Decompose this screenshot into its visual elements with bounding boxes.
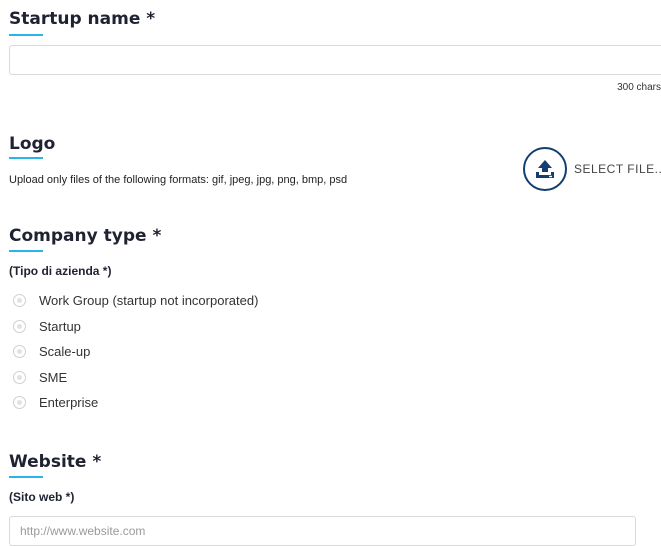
title-underline	[9, 476, 43, 478]
radio-button[interactable]	[13, 396, 26, 410]
company-type-title: Company type *	[9, 226, 162, 246]
radio-label[interactable]: SME	[39, 370, 67, 385]
radio-option-enterprise[interactable]: Enterprise	[13, 390, 258, 416]
title-underline	[9, 34, 43, 36]
startup-name-title: Startup name *	[9, 9, 156, 29]
radio-option-sme[interactable]: SME	[13, 365, 258, 391]
radio-option-startup[interactable]: Startup	[13, 314, 258, 340]
radio-label[interactable]: Enterprise	[39, 395, 98, 410]
upload-icon[interactable]	[523, 147, 567, 191]
radio-button[interactable]	[13, 345, 26, 359]
radio-option-work-group[interactable]: Work Group (startup not incorporated)	[13, 288, 258, 314]
logo-help-text: Upload only files of the following forma…	[9, 174, 348, 186]
radio-option-scale-up[interactable]: Scale-up	[13, 339, 258, 365]
website-subtitle: (Sito web *)	[9, 490, 75, 504]
startup-name-input[interactable]	[9, 45, 661, 75]
title-underline	[9, 157, 43, 159]
title-underline	[9, 250, 43, 252]
select-file-label[interactable]: SELECT FILE...	[574, 162, 661, 176]
radio-button[interactable]	[13, 294, 26, 308]
radio-label[interactable]: Startup	[39, 319, 81, 334]
radio-button[interactable]	[13, 370, 26, 384]
logo-title: Logo	[9, 134, 56, 154]
radio-label[interactable]: Work Group (startup not incorporated)	[39, 293, 258, 308]
select-file-button[interactable]: SELECT FILE...	[523, 147, 661, 191]
company-type-subtitle: (Tipo di azienda *)	[9, 264, 112, 278]
website-title: Website *	[9, 452, 102, 472]
company-type-radio-group: Work Group (startup not incorporated) St…	[13, 288, 258, 416]
radio-label[interactable]: Scale-up	[39, 344, 90, 359]
char-counter: 300 chars	[617, 82, 661, 93]
radio-button[interactable]	[13, 319, 26, 333]
